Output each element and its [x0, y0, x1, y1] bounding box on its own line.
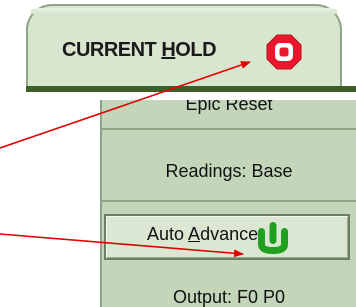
- readings-label: Readings: Base: [165, 161, 293, 181]
- tab-current-hold-label: CURRENT HOLD: [62, 39, 217, 62]
- stop-octagon-icon: [266, 34, 302, 70]
- tab-label-suffix: OLD: [175, 39, 217, 61]
- output-label: Output: F0 P0: [172, 287, 286, 307]
- auto-advance-button[interactable]: Auto Advance:: [104, 214, 350, 260]
- epic-reset-label: Epic Reset: [185, 100, 273, 114]
- power-hand-icon: [258, 222, 288, 254]
- auto-advance-accelerator: A: [188, 224, 201, 244]
- auto-advance-suffix: dvance:: [200, 224, 264, 244]
- tab-current-hold[interactable]: CURRENT HOLD: [26, 4, 342, 88]
- panel-divider: [102, 200, 356, 202]
- tab-highlight: [30, 8, 338, 14]
- epic-reset-row[interactable]: Epic Reset: [102, 100, 356, 130]
- auto-advance-prefix: Auto: [147, 224, 189, 244]
- tab-left-edge: [0, 0, 26, 92]
- tab-strip: CURRENT HOLD: [0, 0, 356, 92]
- tab-label-prefix: CURRENT: [62, 39, 162, 61]
- auto-advance-label: Auto Advance:: [147, 224, 263, 245]
- tab-label-accelerator: H: [161, 39, 176, 61]
- control-panel: Epic Reset Readings: Base Auto Advance: …: [100, 100, 356, 307]
- tab-baseline: [26, 86, 356, 92]
